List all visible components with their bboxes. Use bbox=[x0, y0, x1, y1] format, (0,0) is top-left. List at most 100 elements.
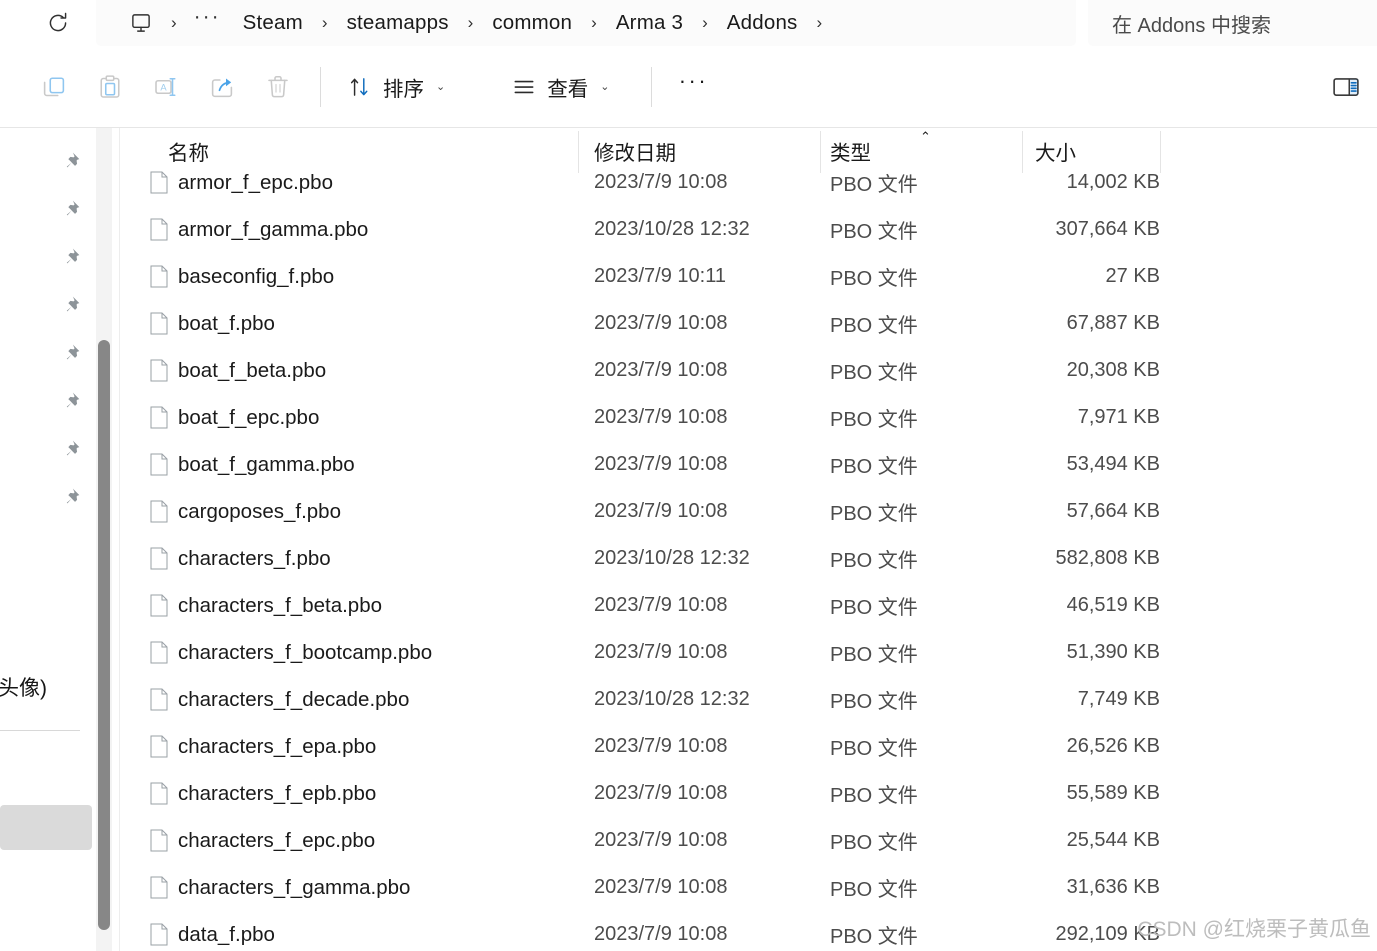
navigation-scrollbar-thumb[interactable] bbox=[98, 340, 110, 930]
command-toolbar: A 排序 ⌄ 查看 ⌄ ··· bbox=[0, 46, 1377, 128]
details-pane-icon bbox=[1333, 78, 1359, 96]
table-row[interactable]: boat_f_beta.pbo 2023/7/9 10:08 PBO 文件 20… bbox=[120, 347, 1160, 394]
table-row[interactable]: characters_f_bootcamp.pbo 2023/7/9 10:08… bbox=[120, 629, 1160, 676]
nav-item-pinned-1[interactable] bbox=[0, 138, 92, 184]
pin-icon bbox=[66, 344, 80, 360]
file-size: 20,308 KB bbox=[1066, 359, 1160, 381]
file-name: armor_f_gamma.pbo bbox=[178, 217, 369, 241]
nav-item-onedrive-label[interactable]: 头像) bbox=[0, 672, 47, 702]
file-icon bbox=[150, 594, 168, 617]
file-date: 2023/7/9 10:08 bbox=[594, 312, 728, 334]
breadcrumb-this-pc[interactable] bbox=[118, 10, 164, 36]
table-row[interactable]: boat_f_gamma.pbo 2023/7/9 10:08 PBO 文件 5… bbox=[120, 441, 1160, 488]
breadcrumb-separator: › bbox=[171, 13, 177, 32]
pin-icon bbox=[66, 392, 80, 408]
details-pane-button[interactable] bbox=[1331, 65, 1377, 109]
svg-text:A: A bbox=[160, 82, 167, 92]
view-list-icon bbox=[514, 80, 534, 93]
table-row[interactable]: data_f.pbo 2023/7/9 10:08 PBO 文件 292,109… bbox=[120, 911, 1160, 951]
refresh-icon bbox=[49, 12, 67, 32]
trash-icon bbox=[268, 75, 288, 97]
file-name: characters_f_bootcamp.pbo bbox=[178, 640, 433, 664]
pin-icon bbox=[66, 488, 80, 504]
file-date: 2023/7/9 10:08 bbox=[594, 641, 728, 663]
delete-button[interactable] bbox=[250, 64, 306, 110]
this-pc-monitor-icon bbox=[132, 14, 150, 32]
nav-item-selected[interactable] bbox=[0, 805, 92, 850]
view-button[interactable]: 查看 ⌄ bbox=[499, 64, 621, 110]
breadcrumb-separator: › bbox=[467, 13, 474, 32]
table-row[interactable]: armor_f_gamma.pbo 2023/10/28 12:32 PBO 文… bbox=[120, 206, 1160, 253]
table-row[interactable]: characters_f_epb.pbo 2023/7/9 10:08 PBO … bbox=[120, 770, 1160, 817]
file-icon bbox=[150, 171, 168, 194]
file-date: 2023/7/9 10:08 bbox=[594, 171, 728, 193]
table-row[interactable]: armor_f_epc.pbo 2023/7/9 10:08 PBO 文件 14… bbox=[120, 159, 1160, 206]
file-icon bbox=[150, 406, 168, 429]
file-name: boat_f_epc.pbo bbox=[178, 405, 320, 429]
table-row[interactable]: characters_f_gamma.pbo 2023/7/9 10:08 PB… bbox=[120, 864, 1160, 911]
breadcrumb[interactable]: › ··· Steam › steamapps › common › Arma … bbox=[96, 0, 1076, 46]
breadcrumb-item-arma3[interactable]: Arma 3 bbox=[604, 9, 695, 37]
file-size: 46,519 KB bbox=[1066, 594, 1160, 616]
file-name: characters_f_decade.pbo bbox=[178, 687, 410, 711]
nav-item-pinned-4[interactable] bbox=[0, 282, 92, 328]
file-icon bbox=[150, 453, 168, 476]
chevron-down-icon: ⌄ bbox=[436, 81, 446, 93]
copy-button[interactable] bbox=[26, 64, 82, 110]
nav-item-pinned-3[interactable] bbox=[0, 234, 92, 280]
search-box[interactable]: 在 Addons 中搜索 bbox=[1088, 0, 1377, 46]
sort-button[interactable]: 排序 ⌄ bbox=[335, 64, 457, 110]
navigation-scrollbar[interactable] bbox=[96, 128, 112, 951]
table-row[interactable]: cargoposes_f.pbo 2023/7/9 10:08 PBO 文件 5… bbox=[120, 488, 1160, 535]
breadcrumb-item-addons[interactable]: Addons bbox=[715, 9, 810, 37]
file-list[interactable]: 名称 修改日期 类型 大小 ⌃ armor_f_epc.pbo 2023/7/9… bbox=[120, 128, 1377, 951]
nav-item-pinned-8[interactable] bbox=[0, 474, 92, 520]
file-date: 2023/7/9 10:08 bbox=[594, 406, 728, 428]
breadcrumb-item-common[interactable]: common bbox=[480, 9, 584, 37]
file-name: characters_f.pbo bbox=[178, 546, 331, 570]
breadcrumb-item-steam[interactable]: Steam bbox=[231, 9, 315, 37]
table-row[interactable]: boat_f_epc.pbo 2023/7/9 10:08 PBO 文件 7,9… bbox=[120, 394, 1160, 441]
table-row[interactable]: baseconfig_f.pbo 2023/7/9 10:11 PBO 文件 2… bbox=[120, 253, 1160, 300]
rename-button[interactable]: A bbox=[138, 64, 194, 110]
pin-icon bbox=[66, 296, 80, 312]
file-date: 2023/10/28 12:32 bbox=[594, 688, 750, 710]
file-icon bbox=[150, 923, 168, 946]
file-name: boat_f.pbo bbox=[178, 311, 275, 335]
copy-icon bbox=[43, 76, 65, 96]
nav-item-pinned-6[interactable] bbox=[0, 378, 92, 424]
file-name: characters_f_epa.pbo bbox=[178, 734, 377, 758]
search-input[interactable]: 在 Addons 中搜索 bbox=[1112, 9, 1271, 38]
address-bar: › ··· Steam › steamapps › common › Arma … bbox=[0, 0, 1377, 46]
file-size: 26,526 KB bbox=[1066, 735, 1160, 757]
file-name: baseconfig_f.pbo bbox=[178, 264, 335, 288]
table-row[interactable]: characters_f_epa.pbo 2023/7/9 10:08 PBO … bbox=[120, 723, 1160, 770]
table-row[interactable]: characters_f_epc.pbo 2023/7/9 10:08 PBO … bbox=[120, 817, 1160, 864]
nav-item-pinned-2[interactable] bbox=[0, 186, 92, 232]
table-row[interactable]: characters_f_beta.pbo 2023/7/9 10:08 PBO… bbox=[120, 582, 1160, 629]
breadcrumb-separator: › bbox=[321, 13, 328, 32]
refresh-button[interactable] bbox=[38, 6, 78, 40]
file-size: 51,390 KB bbox=[1066, 641, 1160, 663]
table-row[interactable]: characters_f_decade.pbo 2023/10/28 12:32… bbox=[120, 676, 1160, 723]
breadcrumb-separator: › bbox=[702, 13, 708, 32]
table-row[interactable]: boat_f.pbo 2023/7/9 10:08 PBO 文件 67,887 … bbox=[120, 300, 1160, 347]
nav-item-pinned-7[interactable] bbox=[0, 426, 92, 472]
file-size: 27 KB bbox=[1105, 265, 1160, 287]
file-date: 2023/7/9 10:08 bbox=[594, 829, 728, 851]
file-name: characters_f_gamma.pbo bbox=[178, 875, 411, 899]
nav-item-pinned-5[interactable] bbox=[0, 330, 92, 376]
file-size: 25,544 KB bbox=[1066, 829, 1160, 851]
breadcrumb-overflow[interactable]: ··· bbox=[184, 5, 231, 41]
chevron-down-icon: ⌄ bbox=[600, 81, 610, 93]
share-button[interactable] bbox=[194, 64, 250, 110]
file-size: 14,002 KB bbox=[1066, 171, 1160, 193]
more-options-button[interactable]: ··· bbox=[666, 64, 720, 110]
nav-divider bbox=[0, 730, 80, 731]
table-row[interactable]: characters_f.pbo 2023/10/28 12:32 PBO 文件… bbox=[120, 535, 1160, 582]
paste-button[interactable] bbox=[82, 64, 138, 110]
breadcrumb-item-steamapps[interactable]: steamapps bbox=[335, 9, 461, 37]
file-icon bbox=[150, 500, 168, 523]
file-date: 2023/7/9 10:08 bbox=[594, 594, 728, 616]
column-divider[interactable] bbox=[1160, 131, 1161, 173]
